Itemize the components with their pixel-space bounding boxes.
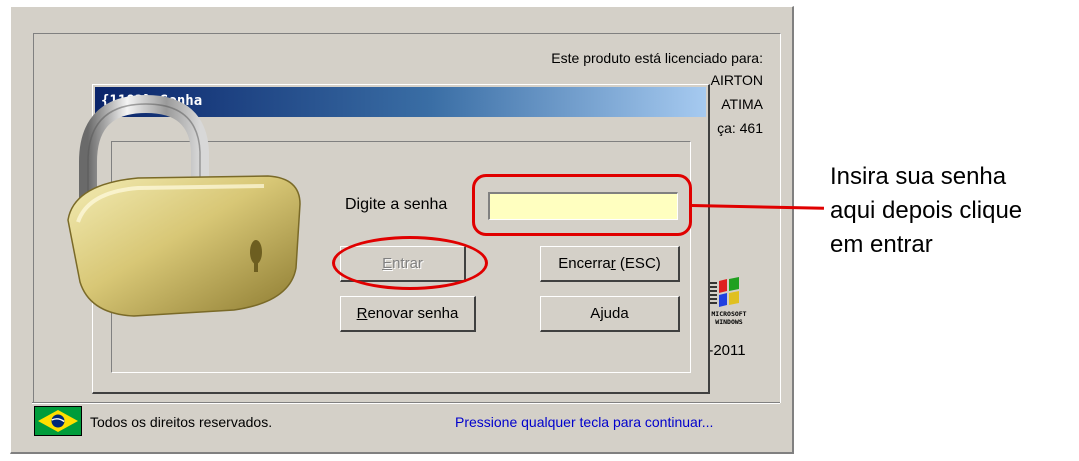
password-label: Digite a senha	[345, 196, 448, 213]
windows-logo-text-1: MICROSOFT	[711, 310, 746, 318]
footer-divider	[32, 402, 780, 404]
lock-icon	[38, 92, 308, 327]
license-company: ATIMA	[721, 96, 763, 112]
callout-text: Insira sua senha aqui depois clique em e…	[830, 160, 1070, 262]
windows-logo-icon: MICROSOFT WINDOWS	[705, 275, 753, 327]
callout-line-2: aqui depois clique	[830, 197, 1023, 224]
windows-logo-text-2: WINDOWS	[715, 318, 742, 326]
brazil-flag-icon	[34, 406, 82, 436]
ajuda-button[interactable]: Ajuda	[540, 296, 680, 332]
license-line: Este produto está licenciado para:	[551, 50, 763, 66]
license-user-name: AIRTON	[710, 72, 763, 88]
encerrar-button[interactable]: Encerrar (ESC)	[540, 246, 680, 282]
license-number: ça: 461	[717, 120, 763, 136]
rights-text: Todos os direitos reservados.	[90, 414, 273, 430]
callout-line-3: em entrar	[830, 231, 933, 258]
callout-line-1: Insira sua senha	[830, 163, 1007, 190]
entrar-highlight	[332, 236, 488, 290]
press-any-key-link[interactable]: Pressione qualquer tecla para continuar.…	[455, 414, 713, 430]
renovar-senha-button[interactable]: Renovar senha	[340, 296, 476, 332]
password-highlight	[472, 174, 692, 236]
